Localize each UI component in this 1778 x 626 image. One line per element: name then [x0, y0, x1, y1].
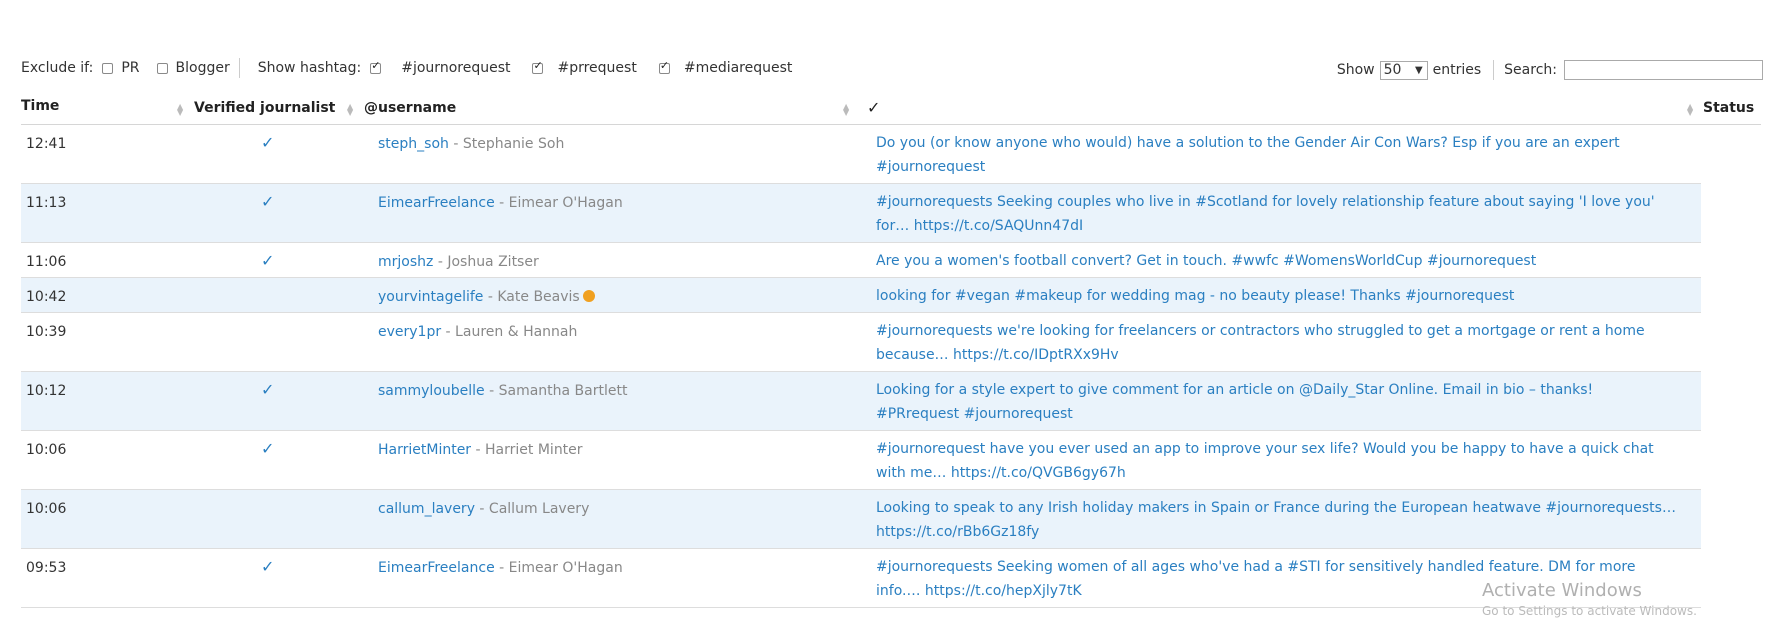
display-name: - Callum Lavery — [474, 501, 590, 517]
exclude-pr-checkbox[interactable] — [102, 62, 114, 74]
username-link[interactable]: mrjoshz — [378, 254, 433, 270]
exclude-blogger-checkbox[interactable] — [156, 62, 168, 74]
table-header: Time ▲ ▼ Verified journalist ▲ ▼ @username… — [21, 92, 1761, 125]
tweet-link[interactable]: Looking to speak to any Irish holiday ma… — [876, 496, 1676, 544]
requests-table: Time ▲ ▼ Verified journalist ▲ ▼ @username… — [21, 92, 1761, 608]
activate-windows-subtitle: Go to Settings to activate Windows. — [1482, 604, 1697, 618]
hashtag-journorequest-label: #journorequest — [401, 60, 511, 76]
username-link[interactable]: sammyloubelle — [378, 383, 485, 399]
username-cell: EimearFreelance - Eimear O'Hagan — [378, 195, 623, 211]
username-link[interactable]: callum_lavery — [378, 501, 475, 517]
time-cell: 11:13 — [26, 195, 67, 211]
tweet-link[interactable]: #journorequest have you ever used an app… — [876, 437, 1676, 485]
table-row[interactable]: 10:06 callum_lavery - Callum Lavery Look… — [21, 490, 1701, 549]
hashtag-label: Show hashtag: — [257, 60, 362, 76]
verified-check-icon: ✓ — [261, 557, 275, 576]
display-name: - Samantha Bartlett — [484, 383, 628, 399]
time-cell: 10:39 — [26, 324, 67, 340]
dropdown-arrow-icon: ▼ — [1414, 64, 1423, 76]
username-link[interactable]: EimearFreelance — [378, 560, 495, 576]
display-name: - Eimear O'Hagan — [494, 560, 623, 576]
tweet-link[interactable]: Looking for a style expert to give comme… — [876, 378, 1676, 426]
hashtag-mediarequest-label: #mediarequest — [683, 60, 793, 76]
tweet-link[interactable]: Are you a women's football convert? Get … — [876, 249, 1676, 273]
username-link[interactable]: HarrietMinter — [378, 442, 471, 458]
table-row[interactable]: 11:06 ✓ mrjoshz - Joshua Zitser Are you … — [21, 243, 1701, 278]
table-row[interactable]: 12:41 ✓ steph_soh - Stephanie Soh Do you… — [21, 125, 1701, 184]
exclude-blogger-label: Blogger — [175, 60, 230, 76]
time-cell: 09:53 — [26, 560, 67, 576]
divider — [1493, 60, 1495, 80]
username-cell: every1pr - Lauren & Hannah — [378, 324, 577, 340]
verified-check-icon: ✓ — [261, 192, 275, 211]
orange-emoji-icon — [582, 290, 595, 302]
verified-check-icon: ✓ — [261, 251, 275, 270]
search-input[interactable] — [1564, 60, 1763, 80]
username-link[interactable]: steph_soh — [378, 136, 449, 152]
username-cell: HarrietMinter - Harriet Minter — [378, 442, 583, 458]
exclude-pr-label: PR — [121, 60, 140, 76]
tweet-link[interactable]: #journorequests we're looking for freela… — [876, 319, 1676, 367]
username-cell: steph_soh - Stephanie Soh — [378, 136, 564, 152]
tweet-link[interactable]: looking for #vegan #makeup for wedding m… — [876, 284, 1676, 308]
time-cell: 10:06 — [26, 442, 67, 458]
column-header-status[interactable]: Status — [1703, 100, 1754, 116]
display-name: - Eimear O'Hagan — [494, 195, 623, 211]
table-row[interactable]: 10:42 yourvintagelife - Kate Beavis look… — [21, 278, 1701, 313]
username-cell: callum_lavery - Callum Lavery — [378, 501, 589, 517]
hashtag-prrequest-checkbox[interactable] — [532, 59, 544, 74]
hashtag-prrequest-label: #prrequest — [557, 60, 637, 76]
table-row[interactable]: 10:12 ✓ sammyloubelle - Samantha Bartlet… — [21, 372, 1701, 431]
sort-icon: ▲ ▼ — [1687, 102, 1694, 117]
exclude-label: Exclude if: — [21, 60, 94, 76]
table-row[interactable]: 10:06 ✓ HarrietMinter - Harriet Minter #… — [21, 431, 1701, 490]
username-link[interactable]: every1pr — [378, 324, 441, 340]
table-row[interactable]: 10:39 every1pr - Lauren & Hannah #journo… — [21, 313, 1701, 372]
verified-check-icon: ✓ — [261, 133, 275, 152]
filters-left: Exclude if: PR Blogger Show hashtag: #jo… — [21, 58, 792, 78]
sort-icon: ▲ ▼ — [177, 102, 184, 117]
table-row[interactable]: 09:53 ✓ EimearFreelance - Eimear O'Hagan… — [21, 549, 1701, 608]
verified-check-icon: ✓ — [261, 380, 275, 399]
display-name: - Kate Beavis — [483, 289, 580, 305]
search-label: Search: — [1504, 62, 1557, 78]
show-label: Show — [1336, 62, 1375, 78]
display-name: - Joshua Zitser — [433, 254, 539, 270]
username-cell: yourvintagelife - Kate Beavis — [378, 289, 595, 305]
hashtag-mediarequest-checkbox[interactable] — [658, 59, 670, 74]
sort-icon: ▲ ▼ — [843, 102, 850, 117]
username-cell: sammyloubelle - Samantha Bartlett — [378, 383, 627, 399]
column-header-verified[interactable]: Verified journalist — [194, 100, 335, 116]
column-header-username[interactable]: @username — [364, 100, 456, 116]
hashtag-journorequest-checkbox[interactable] — [370, 59, 382, 74]
username-link[interactable]: EimearFreelance — [378, 195, 495, 211]
display-name: - Stephanie Soh — [448, 136, 565, 152]
sort-icon: ▲ ▼ — [347, 102, 354, 117]
column-header-check[interactable]: ✓ — [867, 98, 880, 117]
filter-bar: Exclude if: PR Blogger Show hashtag: #jo… — [21, 58, 1763, 80]
entries-label: entries — [1432, 62, 1482, 78]
time-cell: 12:41 — [26, 136, 67, 152]
filters-right: Show 50 ▼ entries Search: — [1337, 60, 1763, 80]
column-header-time[interactable]: Time — [21, 98, 59, 114]
entries-value: 50 — [1383, 61, 1402, 78]
table-row[interactable]: 11:13 ✓ EimearFreelance - Eimear O'Hagan… — [21, 184, 1701, 243]
time-cell: 10:42 — [26, 289, 67, 305]
time-cell: 10:12 — [26, 383, 67, 399]
username-cell: mrjoshz - Joshua Zitser — [378, 254, 539, 270]
display-name: - Lauren & Hannah — [441, 324, 578, 340]
tweet-link[interactable]: Do you (or know anyone who would) have a… — [876, 131, 1676, 179]
username-link[interactable]: yourvintagelife — [378, 289, 483, 305]
activate-windows-watermark: Activate Windows — [1482, 580, 1642, 601]
entries-select[interactable]: 50 ▼ — [1379, 60, 1428, 80]
time-cell: 10:06 — [26, 501, 67, 517]
time-cell: 11:06 — [26, 254, 67, 270]
username-cell: EimearFreelance - Eimear O'Hagan — [378, 560, 623, 576]
display-name: - Harriet Minter — [471, 442, 583, 458]
divider — [238, 58, 240, 78]
tweet-link[interactable]: #journorequests Seeking couples who live… — [876, 190, 1676, 238]
verified-check-icon: ✓ — [261, 439, 275, 458]
